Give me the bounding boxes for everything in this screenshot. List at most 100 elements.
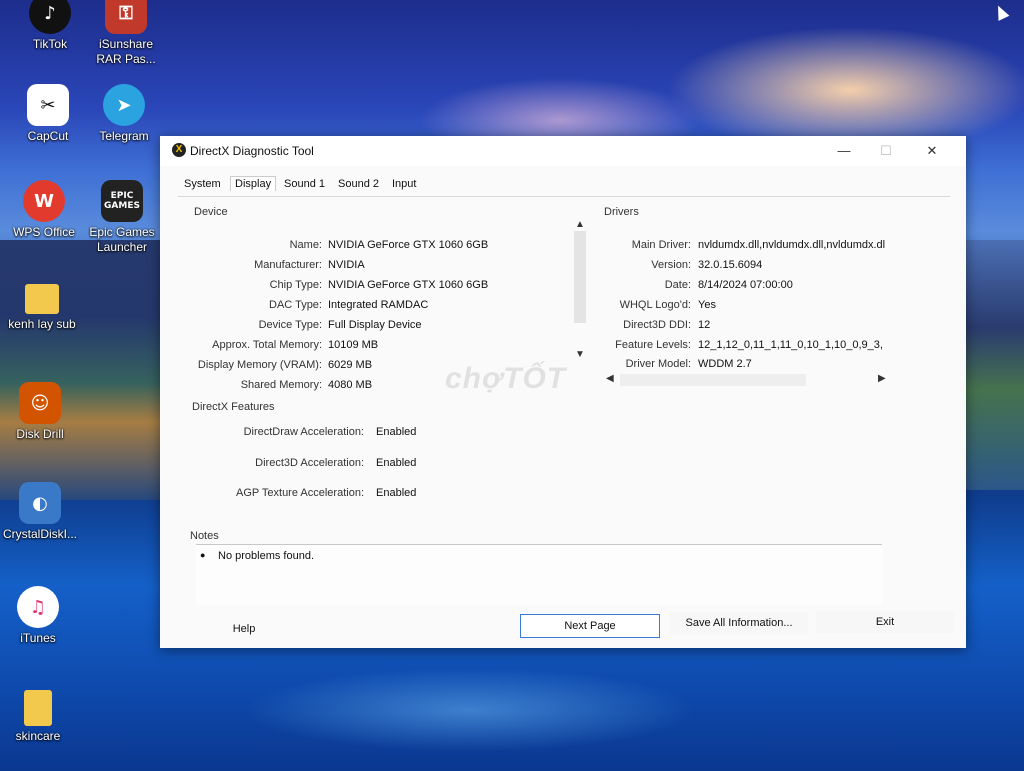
desktop-wallpaper-water (0, 650, 1024, 771)
driver-value-date: 8/14/2024 07:00:00 (698, 279, 793, 291)
desktop-icon-label: Telegram (99, 129, 149, 143)
close-button[interactable]: ✕ (912, 140, 952, 162)
epic-games-icon: EPIC GAMES (101, 180, 143, 222)
folder-icon (24, 690, 52, 726)
tab-sound-1[interactable]: Sound 1 (284, 178, 325, 190)
device-label-total-memory: Approx. Total Memory: (212, 339, 322, 351)
notes-section-title: Notes (190, 530, 219, 542)
notes-item: No problems found. (218, 550, 314, 562)
driver-value-feature-levels: 12_1,12_0,11_1,11_0,10_1,10_0,9_3, (698, 339, 883, 351)
disk-drill-icon: ☺ (19, 382, 61, 424)
device-value-dac-type: Integrated RAMDAC (328, 299, 429, 311)
directx-icon: X (172, 143, 186, 157)
driver-value-model: WDDM 2.7 (698, 358, 752, 370)
itunes-icon: ♫ (17, 586, 59, 628)
desktop-icon-label: Epic Games Launcher (89, 225, 155, 254)
desktop-wallpaper-city-left (0, 240, 165, 500)
crystaldisk-icon: ◐ (19, 482, 61, 524)
feature-value-direct3d: Enabled (376, 457, 417, 469)
drivers-section-title: Drivers (604, 206, 639, 218)
driver-label-d3d-ddi: Direct3D DDI: (623, 319, 691, 331)
feature-value-agp: Enabled (376, 487, 417, 499)
mouse-cursor-icon (992, 3, 1010, 21)
chotot-watermark: chợTỐT (445, 362, 567, 395)
desktop-icon-label: WPS Office (13, 225, 75, 239)
desktop-icon-epic[interactable]: EPIC GAMES Epic Games Launcher (82, 180, 162, 255)
device-section-title: Device (194, 206, 228, 218)
device-value-device-type: Full Display Device (328, 319, 422, 331)
features-section-title: DirectX Features (192, 401, 275, 413)
driver-label-feature-levels: Feature Levels: (615, 339, 691, 351)
isunshare-icon: ⚿ (105, 0, 147, 34)
desktop-icon-telegram[interactable]: ➤ Telegram (84, 84, 164, 144)
desktop-icon-isunshare[interactable]: ⚿ iSunshare RAR Pas... (86, 0, 166, 67)
desktop-icon-label: CrystalDiskI... (2, 527, 77, 541)
driver-label-main: Main Driver: (631, 239, 691, 251)
wps-office-icon: W (23, 180, 65, 222)
tab-pane-border (178, 196, 950, 197)
maximize-button[interactable]: ☐ (866, 140, 906, 162)
desktop-icon-label: CapCut (27, 129, 69, 143)
dxdiag-window: X DirectX Diagnostic Tool — ☐ ✕ System D… (160, 136, 966, 648)
device-label-device-type: Device Type: (258, 319, 322, 331)
desktop-icon-label: iTunes (20, 631, 56, 645)
device-label-shared-memory: Shared Memory: (240, 379, 322, 391)
device-value-vram: 6029 MB (328, 359, 373, 371)
capcut-icon: ✂ (27, 84, 69, 126)
notes-box: ● No problems found. (196, 544, 882, 605)
desktop-icon-skincare[interactable]: skincare (0, 690, 78, 744)
folder-icon (25, 284, 59, 314)
device-value-name: NVIDIA GeForce GTX 1060 6GB (328, 239, 489, 251)
driver-label-date: Date: (664, 279, 691, 291)
desktop-icon-itunes[interactable]: ♫ iTunes (0, 586, 78, 646)
help-button[interactable]: Help (214, 618, 274, 640)
feature-label-direct3d: Direct3D Acceleration: (255, 457, 364, 469)
desktop-icon-wps[interactable]: W WPS Office (4, 180, 84, 240)
scroll-right-icon[interactable]: ▶ (878, 373, 886, 384)
desktop-icon-label: iSunshare RAR Pas... (96, 37, 156, 66)
desktop-icon-tiktok[interactable]: ♪ TikTok (10, 0, 90, 52)
device-label-name: Name: (289, 239, 322, 251)
window-titlebar[interactable]: X DirectX Diagnostic Tool — ☐ ✕ (160, 136, 966, 166)
desktop-icon-label: Disk Drill (16, 427, 64, 441)
device-label-manufacturer: Manufacturer: (254, 259, 322, 271)
device-value-total-memory: 10109 MB (328, 339, 379, 351)
scroll-left-icon[interactable]: ◀ (606, 373, 614, 384)
desktop-icon-capcut[interactable]: ✂ CapCut (8, 84, 88, 144)
device-value-shared-memory: 4080 MB (328, 379, 373, 391)
device-label-chip-type: Chip Type: (269, 279, 322, 291)
exit-button[interactable]: Exit (816, 611, 954, 633)
tab-sound-2[interactable]: Sound 2 (338, 178, 379, 190)
device-label-vram: Display Memory (VRAM): (197, 359, 322, 371)
device-value-manufacturer: NVIDIA (328, 259, 365, 271)
save-all-information-button[interactable]: Save All Information... (670, 612, 808, 634)
scroll-up-icon[interactable]: ▲ (575, 219, 585, 230)
window-title: DirectX Diagnostic Tool (190, 144, 314, 158)
scrollbar-thumb[interactable] (620, 374, 806, 386)
feature-label-agp: AGP Texture Acceleration: (236, 487, 364, 499)
desktop-icon-label: TikTok (32, 37, 68, 51)
driver-value-d3d-ddi: 12 (698, 319, 711, 331)
bullet-icon: ● (200, 550, 206, 560)
driver-label-whql: WHQL Logo'd: (619, 299, 691, 311)
tiktok-icon: ♪ (29, 0, 71, 34)
desktop-icon-label: kenh lay sub (8, 317, 76, 331)
telegram-icon: ➤ (103, 84, 145, 126)
driver-value-main: nvldumdx.dll,nvldumdx.dll,nvldumdx.dl (698, 239, 886, 251)
desktop-icon-diskdrill[interactable]: ☺ Disk Drill (0, 382, 80, 442)
desktop-icon-crystaldisk[interactable]: ◐ CrystalDiskI... (0, 482, 80, 542)
desktop-icon-folder-kenh[interactable]: kenh lay sub (2, 284, 82, 332)
device-value-chip-type: NVIDIA GeForce GTX 1060 6GB (328, 279, 489, 291)
feature-label-directdraw: DirectDraw Acceleration: (243, 426, 364, 438)
driver-value-whql: Yes (698, 299, 716, 311)
device-label-dac-type: DAC Type: (269, 299, 322, 311)
driver-label-version: Version: (651, 259, 691, 271)
next-page-button[interactable]: Next Page (520, 614, 660, 638)
tab-input[interactable]: Input (392, 178, 416, 190)
feature-value-directdraw: Enabled (376, 426, 417, 438)
minimize-button[interactable]: — (824, 140, 864, 162)
drivers-scrollbar[interactable]: ◀ ▶ (606, 372, 894, 388)
tab-display[interactable]: Display (230, 176, 277, 191)
tab-system[interactable]: System (184, 178, 221, 190)
driver-value-version: 32.0.15.6094 (698, 259, 763, 271)
